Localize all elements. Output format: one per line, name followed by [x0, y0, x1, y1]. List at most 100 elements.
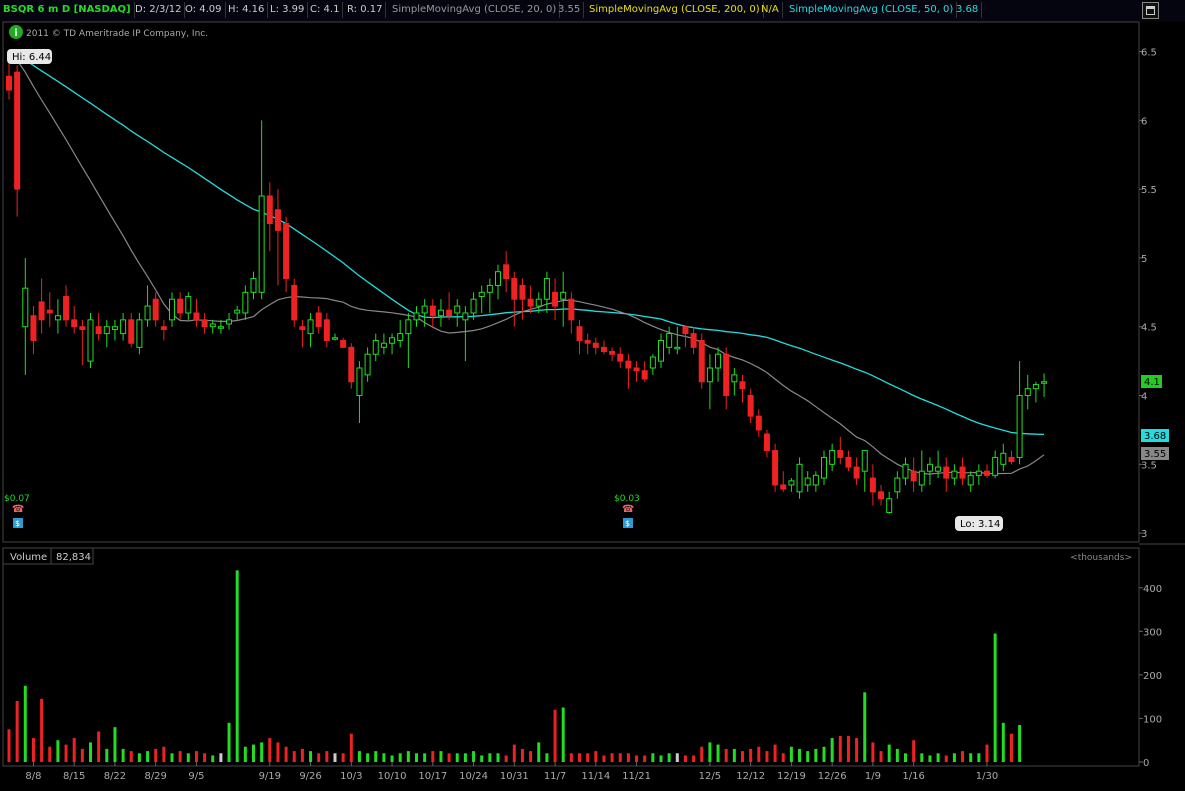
candle-body — [185, 295, 192, 314]
svg-text:4.1: 4.1 — [1144, 377, 1160, 388]
candle — [910, 457, 917, 492]
candle-body — [552, 291, 559, 307]
volume-bar — [235, 570, 239, 762]
volume-bar — [610, 753, 614, 762]
volume-bar — [309, 751, 313, 762]
candle-body — [6, 75, 12, 91]
volume-bar — [48, 746, 52, 762]
candle — [201, 312, 208, 334]
candle — [356, 361, 363, 424]
candles — [6, 59, 1048, 514]
volume-bar — [431, 751, 435, 762]
volume-bar — [260, 742, 264, 762]
volume-bar — [675, 753, 679, 762]
candle-body — [201, 319, 208, 328]
candle — [804, 471, 811, 492]
svg-text:Lo: 3.14: Lo: 3.14 — [960, 519, 1000, 530]
svg-text:Hi: 6.44: Hi: 6.44 — [12, 52, 51, 63]
volume-bar — [952, 753, 956, 762]
candle — [918, 450, 925, 492]
candle — [454, 299, 461, 327]
candle — [120, 312, 127, 341]
volume-bar — [586, 753, 590, 762]
candle — [177, 292, 184, 320]
volume-bar — [683, 755, 687, 762]
volume-bar — [830, 738, 834, 762]
date-tick-label: 8/29 — [144, 771, 166, 782]
candle-body — [706, 367, 713, 383]
candle-body — [111, 326, 118, 330]
candle-body — [372, 339, 379, 355]
volume-bar — [520, 748, 524, 762]
volume-bar — [31, 738, 35, 762]
candle-body — [853, 466, 860, 479]
candle — [992, 450, 999, 479]
candle-body — [609, 350, 616, 355]
candle-body — [755, 415, 762, 431]
candle-body — [1008, 456, 1015, 463]
candle — [1016, 361, 1023, 465]
volume-bar — [741, 751, 744, 762]
candle — [747, 388, 754, 424]
volume-bar — [56, 740, 60, 762]
candle — [54, 299, 61, 334]
volume-bar — [463, 753, 467, 762]
volume-bar — [569, 753, 573, 762]
candle-body — [1024, 388, 1031, 397]
candle-body — [837, 450, 844, 458]
last-price-badge: 4.1 — [1141, 375, 1162, 388]
price-pane-frame — [2, 21, 1140, 543]
candle — [943, 457, 950, 492]
candle-body — [690, 333, 697, 348]
candle-body — [674, 346, 681, 350]
candle — [617, 347, 624, 368]
candle — [169, 292, 175, 327]
candle — [560, 271, 567, 327]
candle — [861, 450, 868, 492]
candle-body — [780, 484, 787, 490]
info-icon[interactable]: i — [9, 25, 23, 39]
candle-body — [731, 374, 738, 383]
candle — [299, 319, 306, 348]
candle — [706, 354, 713, 410]
volume-bar — [838, 735, 842, 762]
volume-bar — [545, 753, 549, 762]
candle-body — [658, 339, 664, 362]
candle-body — [217, 326, 224, 329]
price-tick-label: 6 — [1141, 116, 1147, 127]
candle-body — [633, 367, 640, 372]
svg-text:i: i — [14, 28, 17, 39]
candle-body — [503, 264, 510, 280]
candle — [1032, 381, 1039, 403]
dividend-marker-2[interactable]: $0.03 ☎ $ — [614, 494, 640, 528]
candle-body — [38, 301, 45, 321]
price-tick-label: 6.5 — [1141, 48, 1157, 59]
candle — [193, 299, 200, 327]
candle-body — [63, 295, 70, 321]
volume-bar — [455, 753, 459, 762]
volume-bar — [920, 753, 924, 762]
candle — [576, 319, 583, 355]
volume-bar — [846, 735, 850, 762]
volume-bar — [871, 742, 875, 762]
candle — [519, 278, 526, 320]
volume-bar — [97, 731, 101, 762]
candle-body — [886, 498, 893, 513]
candle-body — [829, 450, 836, 465]
volume-bar — [40, 698, 44, 762]
candle — [853, 457, 860, 485]
candle — [731, 368, 738, 396]
candle-body — [136, 319, 143, 348]
candle-body — [242, 291, 249, 314]
volume-bar — [154, 748, 158, 762]
date-tick-label: 1/16 — [902, 771, 924, 782]
candle — [690, 326, 697, 355]
candle-body — [796, 463, 803, 493]
volume-bar — [366, 753, 370, 762]
volume-bar — [961, 751, 965, 762]
dividend-marker-1[interactable]: $0.07 ☎ $ — [4, 494, 30, 528]
volume-bar — [121, 748, 125, 762]
candle-body — [348, 346, 355, 383]
candle — [103, 319, 110, 348]
price-axis: 3 3.5 4 4.5 5 5.5 6 6.5 — [1139, 48, 1157, 540]
